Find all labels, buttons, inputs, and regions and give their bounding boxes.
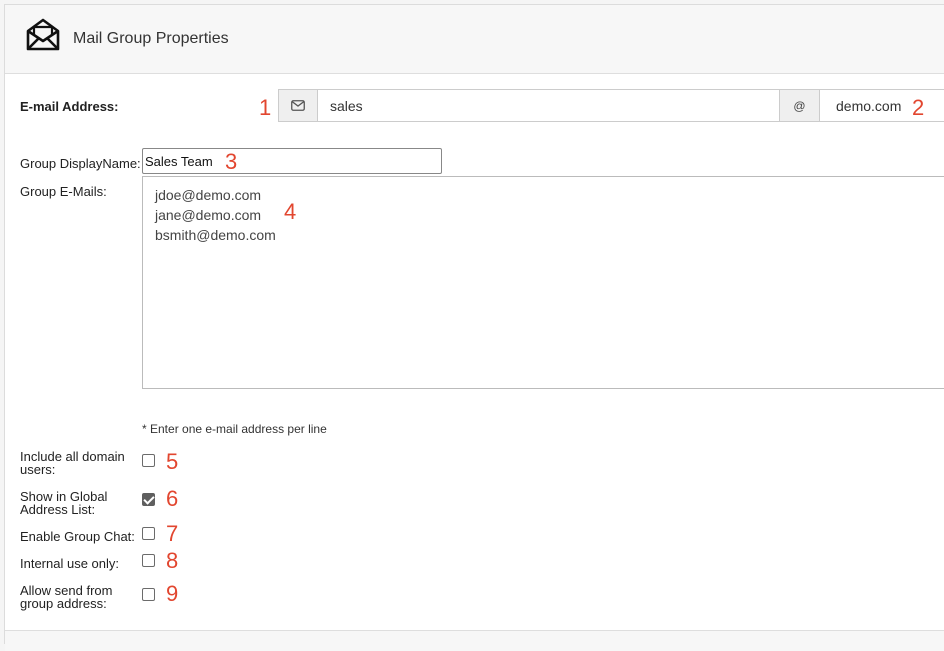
annotation-3: 3 (225, 149, 238, 174)
email-address-label: E-mail Address: (20, 99, 119, 114)
internal-use-only-label: Internal use only: (20, 556, 120, 571)
annotation-2: 2 (912, 95, 925, 120)
annotation-4: 4 (284, 199, 297, 224)
email-domain-select[interactable]: demo.com (819, 89, 944, 122)
show-in-gal-checkbox[interactable] (142, 493, 155, 506)
annotation-7: 7 (166, 521, 179, 546)
group-emails-hint: * Enter one e-mail address per line (142, 422, 327, 436)
enable-group-chat-checkbox[interactable] (142, 527, 155, 540)
internal-use-only-checkbox[interactable] (142, 554, 155, 567)
email-local-part-input[interactable]: sales (317, 89, 780, 122)
email-line: bsmith@demo.com (155, 227, 276, 243)
annotation-8: 8 (166, 548, 179, 573)
include-domain-users-checkbox[interactable] (142, 454, 155, 467)
envelope-open-icon (26, 18, 60, 51)
allow-send-from-group-checkbox[interactable] (142, 588, 155, 601)
display-name-input[interactable]: Sales Team (142, 148, 442, 174)
group-emails-textarea[interactable]: jdoe@demo.com jane@demo.com bsmith@demo.… (142, 176, 944, 389)
allow-send-from-group-label: Allow send from group address: (20, 583, 113, 611)
mail-group-properties-panel: Mail Group Properties E-mail Address: 1 … (4, 4, 944, 651)
show-in-gal-label: Show in Global Address List: (20, 489, 108, 517)
email-line: jane@demo.com (155, 207, 262, 223)
group-emails-label: Group E-Mails: (20, 184, 107, 199)
envelope-addon (278, 89, 318, 122)
annotation-6: 6 (166, 486, 179, 511)
annotation-9: 9 (166, 581, 179, 606)
page-title: Mail Group Properties (73, 30, 229, 47)
enable-group-chat-label: Enable Group Chat: (20, 529, 135, 544)
display-name-label: Group DisplayName: (20, 156, 141, 171)
panel-header: Mail Group Properties (5, 5, 944, 74)
email-line: jdoe@demo.com (155, 187, 262, 203)
panel-footer (5, 630, 944, 651)
annotation-5: 5 (166, 449, 179, 474)
annotation-1: 1 (259, 95, 272, 120)
at-symbol-addon: @ (779, 89, 820, 122)
include-domain-users-label: Include all domain users: (20, 449, 125, 477)
envelope-icon (291, 100, 305, 111)
